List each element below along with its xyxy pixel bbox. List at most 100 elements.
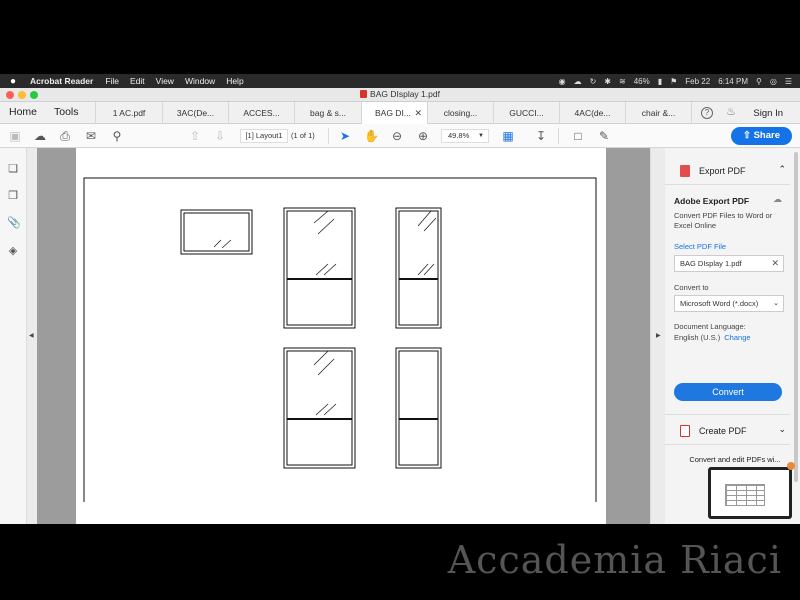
attachment-icon[interactable]: 📎 bbox=[7, 216, 21, 230]
status-app-icon[interactable]: ◉ bbox=[559, 77, 566, 86]
email-icon[interactable]: ✉ bbox=[84, 129, 98, 143]
next-page-icon[interactable]: ⇩ bbox=[213, 129, 227, 143]
clock-date[interactable]: Feb 22 bbox=[685, 77, 710, 86]
zoom-level-select[interactable]: 49.8% ▼ bbox=[441, 129, 489, 143]
close-tab-icon[interactable]: ✕ bbox=[414, 108, 422, 119]
apple-icon[interactable]: ● bbox=[10, 76, 22, 87]
battery-percent[interactable]: 46% bbox=[634, 77, 650, 86]
toolbar-divider bbox=[558, 128, 559, 144]
create-pdf-section-header[interactable]: Create PDF ⌄ bbox=[665, 418, 790, 444]
zoom-out-icon[interactable]: ⊖ bbox=[390, 129, 404, 143]
previous-page-icon[interactable]: ⇧ bbox=[188, 129, 202, 143]
cloud-sync-icon[interactable]: ☁ bbox=[574, 77, 582, 86]
doc-tab[interactable]: ACCES... bbox=[228, 102, 294, 124]
menu-app-name[interactable]: Acrobat Reader bbox=[30, 76, 93, 86]
battery-icon[interactable]: ▮ bbox=[658, 77, 662, 86]
time-machine-icon[interactable]: ↻ bbox=[590, 77, 597, 86]
narrow-cabinet-1 bbox=[395, 207, 442, 329]
doc-tab-label: bag & s... bbox=[310, 108, 346, 118]
tab-home[interactable]: Home bbox=[9, 106, 37, 118]
save-icon[interactable]: ▣ bbox=[8, 129, 22, 143]
selected-file-name: BAG DIsplay 1.pdf bbox=[680, 259, 742, 268]
siri-icon[interactable]: ◎ bbox=[770, 77, 777, 86]
pdf-page[interactable] bbox=[76, 148, 606, 524]
search-icon[interactable]: ⚲ bbox=[110, 129, 124, 143]
draw-pen-icon[interactable]: ✎ bbox=[597, 129, 611, 143]
flag-icon[interactable]: ⚑ bbox=[670, 77, 677, 86]
narrow-cabinet-1-inner bbox=[398, 210, 439, 326]
menu-edit[interactable]: Edit bbox=[130, 76, 145, 86]
promo-thumbnail[interactable] bbox=[708, 467, 792, 519]
menu-help[interactable]: Help bbox=[226, 76, 243, 86]
hand-tool-icon[interactable]: ✋ bbox=[364, 129, 379, 143]
selected-file-field[interactable]: BAG DIsplay 1.pdf ✕ bbox=[674, 255, 784, 272]
convert-button[interactable]: Convert bbox=[674, 383, 782, 401]
chevron-up-icon[interactable]: ⌃ bbox=[778, 164, 786, 175]
window-title-text: BAG DIsplay 1.pdf bbox=[370, 89, 440, 99]
export-pdf-panel: Export PDF ⌃ Adobe Export PDF ☁ Convert … bbox=[665, 148, 800, 524]
doc-tab-active[interactable]: BAG DI... ✕ bbox=[361, 102, 427, 124]
left-navigation-rail: ❏ ❒ 📎 ◈ bbox=[0, 148, 27, 524]
layers-icon[interactable]: ◈ bbox=[7, 244, 19, 258]
display-cabinet-2 bbox=[283, 347, 356, 469]
doc-tab-label: BAG DI... bbox=[375, 108, 411, 118]
upload-cloud-icon[interactable]: ☁ bbox=[33, 129, 47, 143]
chevron-down-icon: ⌄ bbox=[773, 300, 779, 307]
print-icon[interactable]: ⎙ bbox=[58, 129, 72, 143]
fit-page-icon[interactable]: ▦ bbox=[501, 129, 515, 143]
doc-tab[interactable]: GUCCI... bbox=[493, 102, 559, 124]
drawing-border bbox=[83, 177, 597, 502]
scroll-mode-icon[interactable]: ↧ bbox=[534, 129, 548, 143]
glass-hatch bbox=[417, 263, 429, 276]
bookmark-icon[interactable]: ❒ bbox=[7, 189, 19, 203]
page-thumbnails-icon[interactable]: ❏ bbox=[7, 162, 19, 176]
tab-tools[interactable]: Tools bbox=[54, 106, 79, 118]
bluetooth-icon[interactable]: ✱ bbox=[604, 77, 611, 86]
menu-file[interactable]: File bbox=[105, 76, 119, 86]
export-pdf-section-header[interactable]: Export PDF ⌃ bbox=[665, 158, 790, 184]
sign-in-link[interactable]: Sign In bbox=[753, 108, 783, 119]
doc-tab[interactable]: chair &... bbox=[625, 102, 692, 124]
doc-tab[interactable]: 1 AC.pdf bbox=[95, 102, 162, 124]
document-viewport[interactable] bbox=[37, 148, 650, 524]
right-panel-collapse-handle[interactable]: ▶ bbox=[650, 148, 665, 524]
clear-file-icon[interactable]: ✕ bbox=[771, 256, 779, 271]
doc-tab[interactable]: 4AC(de... bbox=[559, 102, 625, 124]
export-pdf-header-label: Export PDF bbox=[699, 166, 746, 176]
clock-time[interactable]: 6:14 PM bbox=[718, 77, 748, 86]
zoom-in-icon[interactable]: ⊕ bbox=[416, 129, 430, 143]
small-display-panel bbox=[180, 209, 253, 255]
convert-to-label: Convert to bbox=[674, 283, 709, 292]
doc-tab[interactable]: 3AC(De... bbox=[162, 102, 228, 124]
wifi-icon[interactable]: ≋ bbox=[619, 77, 626, 86]
left-panel-collapse-handle[interactable]: ◀ bbox=[27, 148, 37, 524]
glass-hatch bbox=[221, 239, 232, 249]
convert-format-select[interactable]: Microsoft Word (*.docx) ⌄ bbox=[674, 295, 784, 312]
chevron-right-icon: ▶ bbox=[656, 333, 661, 339]
zoom-level-value: 49.8% bbox=[448, 131, 470, 140]
share-button[interactable]: ⇧ Share bbox=[731, 127, 792, 145]
doc-tab[interactable]: bag & s... bbox=[294, 102, 361, 124]
comment-icon[interactable]: □ bbox=[571, 129, 585, 143]
page-count: (1 of 1) bbox=[291, 131, 315, 140]
promo-thumbnail-table bbox=[725, 484, 765, 506]
glass-hatch bbox=[317, 358, 335, 376]
display-cabinet-1 bbox=[283, 207, 356, 329]
control-center-icon[interactable]: ☰ bbox=[785, 77, 792, 86]
window-title: BAG DIsplay 1.pdf bbox=[0, 89, 800, 99]
change-language-link[interactable]: Change bbox=[724, 333, 750, 342]
select-pdf-file-link[interactable]: Select PDF File bbox=[674, 242, 726, 251]
watermark-text: Accademia Riaci bbox=[447, 538, 782, 582]
menu-window[interactable]: Window bbox=[185, 76, 215, 86]
bell-icon[interactable]: ♨ bbox=[725, 107, 737, 119]
page-number-input[interactable]: [1] Layout1 bbox=[240, 129, 288, 143]
spotlight-icon[interactable]: ⚲ bbox=[756, 77, 762, 86]
menu-view[interactable]: View bbox=[156, 76, 174, 86]
share-icon: ⇧ bbox=[742, 130, 751, 141]
select-tool-icon[interactable]: ➤ bbox=[338, 129, 352, 143]
help-icon[interactable]: ? bbox=[701, 107, 713, 119]
chevron-down-icon[interactable]: ⌄ bbox=[778, 424, 786, 435]
glass-hatch bbox=[317, 218, 335, 235]
panel-scrollbar[interactable] bbox=[794, 152, 798, 482]
doc-tab[interactable]: closing... bbox=[427, 102, 493, 124]
